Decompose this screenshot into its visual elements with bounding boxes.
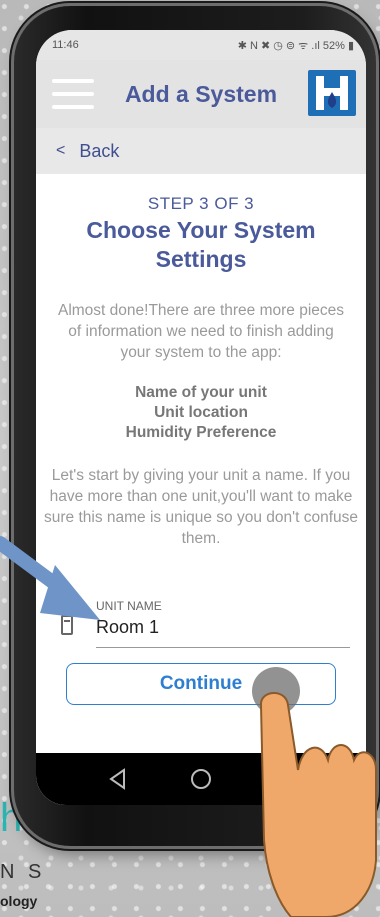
arrow-pointer-icon: [0, 536, 100, 620]
list-item: Humidity Preference: [125, 424, 277, 441]
back-triangle-icon[interactable]: [103, 764, 133, 794]
list-item: Unit location: [154, 404, 248, 421]
tap-hand-icon: [252, 667, 377, 917]
status-bar: 11:46 ✱ N ✖ ◷ ⊜ ᯤ .ıl 52% ▮: [36, 30, 366, 60]
list-item: Name of your unit: [135, 384, 267, 401]
brand-line3: ology: [0, 893, 38, 909]
menu-icon[interactable]: [52, 79, 94, 109]
section-heading: Choose Your System Settings: [86, 217, 316, 272]
chevron-left-icon: <: [56, 142, 66, 159]
info-list: Name of your unit Unit location Humidity…: [36, 383, 366, 443]
step-indicator: STEP 3 OF 3: [147, 194, 255, 213]
brand-logo-icon: [308, 70, 356, 116]
app-header: Add a System: [36, 60, 366, 128]
back-label: Back: [79, 140, 120, 161]
status-time: 11:46: [52, 39, 79, 51]
intro-text: Almost done!There are three more pieces …: [57, 302, 345, 361]
status-icons: ✱ N ✖ ◷ ⊜ ᯤ .ıl 52% ▮: [237, 39, 354, 52]
back-button[interactable]: < Back: [36, 128, 366, 174]
field-underline: [96, 647, 350, 648]
home-circle-icon[interactable]: [186, 764, 216, 794]
brand-line2: N S: [0, 861, 46, 883]
